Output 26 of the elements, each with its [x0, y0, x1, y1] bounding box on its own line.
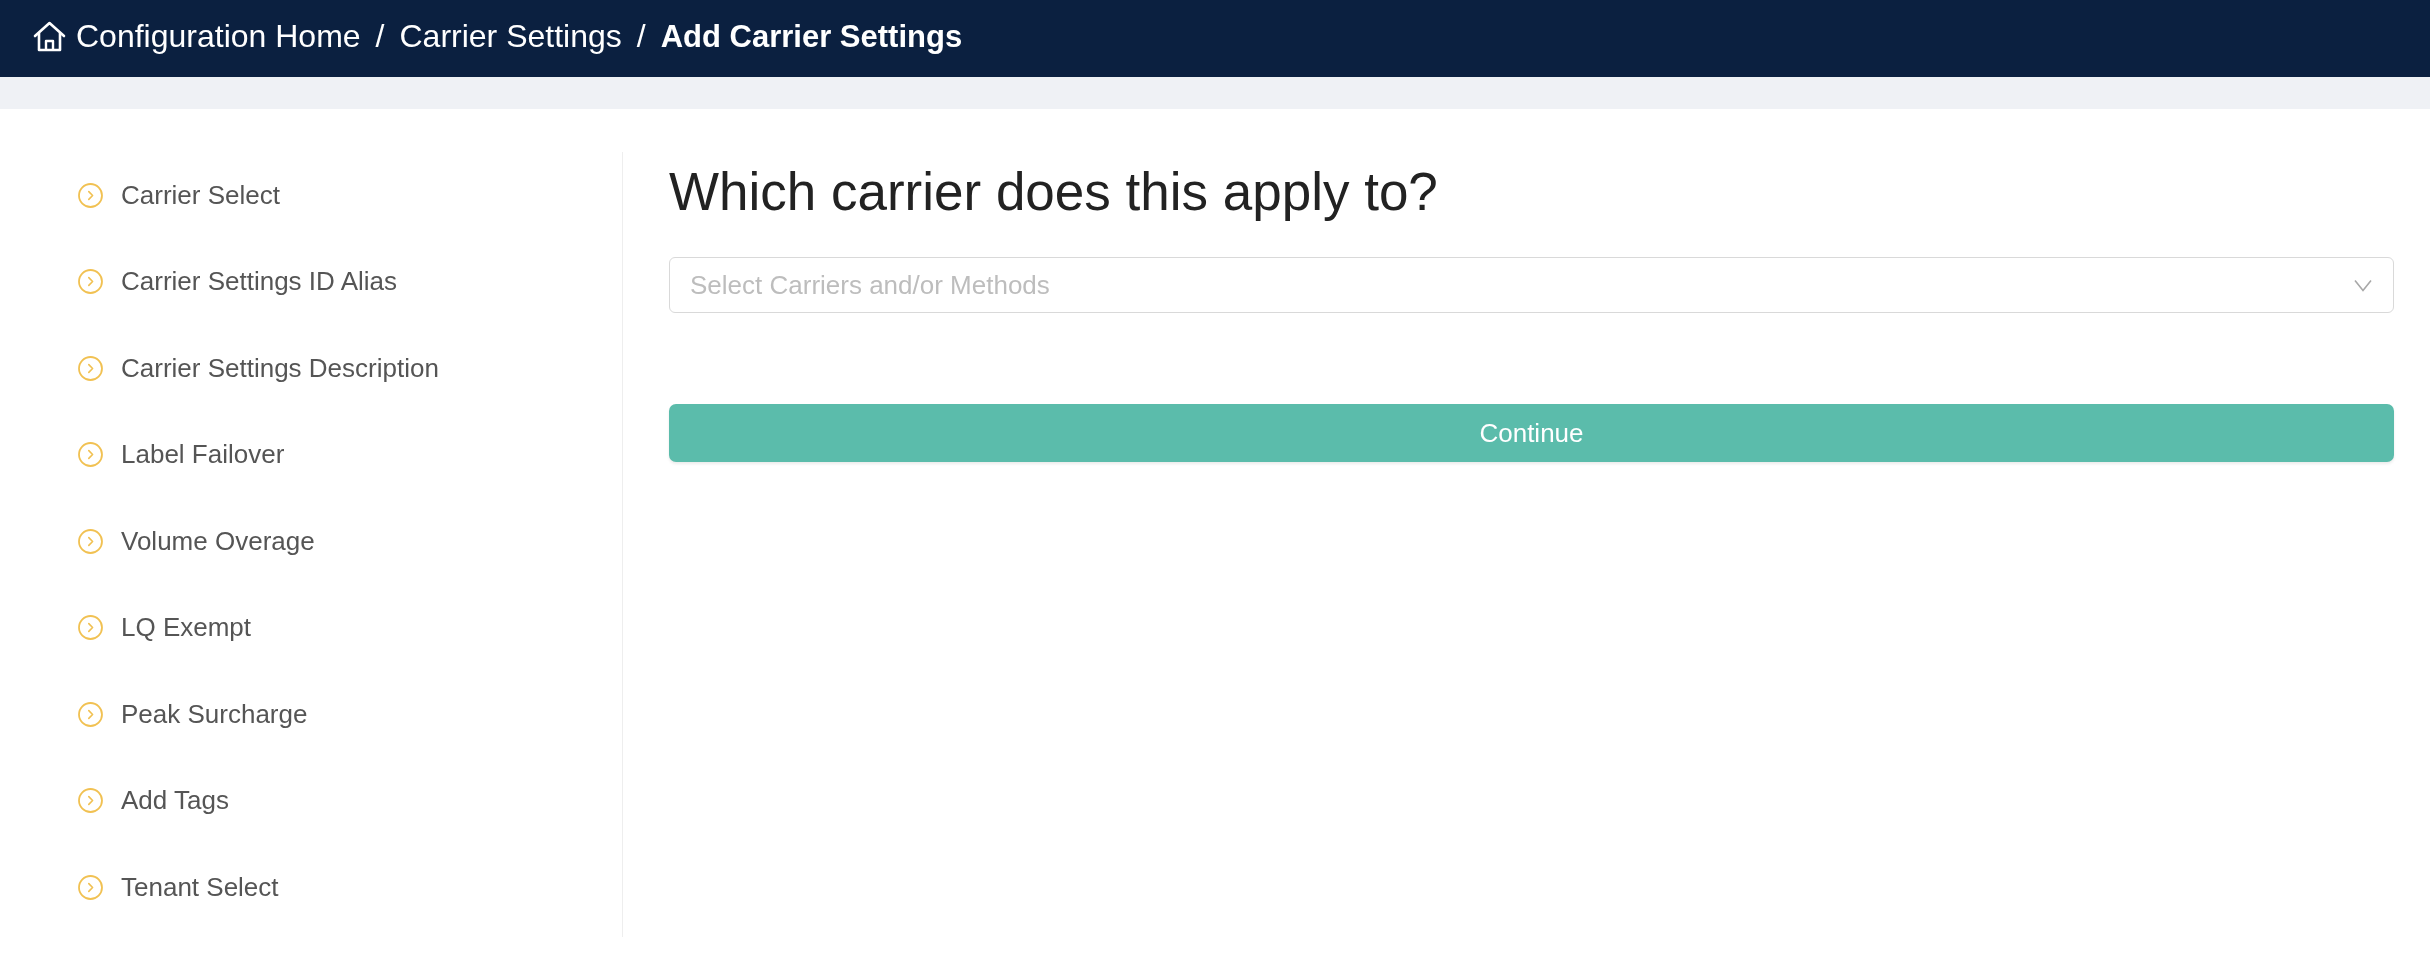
step-link[interactable]: Add Tags [78, 785, 229, 817]
breadcrumb-current: Add Carrier Settings [660, 18, 963, 55]
chevron-circle-icon [78, 615, 103, 641]
step-link[interactable]: Carrier Select [78, 179, 280, 211]
chevron-circle-icon [78, 528, 103, 554]
chevron-circle-icon [78, 269, 103, 295]
chevron-circle-icon [78, 874, 103, 900]
step-link[interactable]: Carrier Settings Description [78, 352, 439, 384]
breadcrumb-separator: / [375, 18, 385, 55]
chevron-down-icon [2354, 278, 2372, 292]
breadcrumb-link[interactable]: Configuration Home [33, 18, 361, 55]
chevron-circle-icon [78, 182, 103, 208]
chevron-circle-icon [78, 442, 103, 468]
home-icon [33, 21, 66, 52]
breadcrumb-link[interactable]: Carrier Settings [399, 18, 622, 55]
chevron-circle-icon [78, 355, 103, 381]
step-link[interactable]: Tenant Select [78, 871, 279, 903]
breadcrumb-separator: / [636, 18, 646, 55]
step-link[interactable]: LQ Exempt [78, 612, 252, 644]
step-link[interactable]: Label Failover [78, 439, 285, 471]
step-link[interactable]: Peak Surcharge [78, 698, 308, 730]
chevron-circle-icon [78, 701, 103, 727]
step-link[interactable]: Volume Overage [78, 525, 315, 557]
chevron-circle-icon [78, 788, 103, 814]
step-link[interactable]: Carrier Settings ID Alias [78, 266, 397, 298]
question-heading: Which carrier does this apply to? [669, 161, 1439, 223]
